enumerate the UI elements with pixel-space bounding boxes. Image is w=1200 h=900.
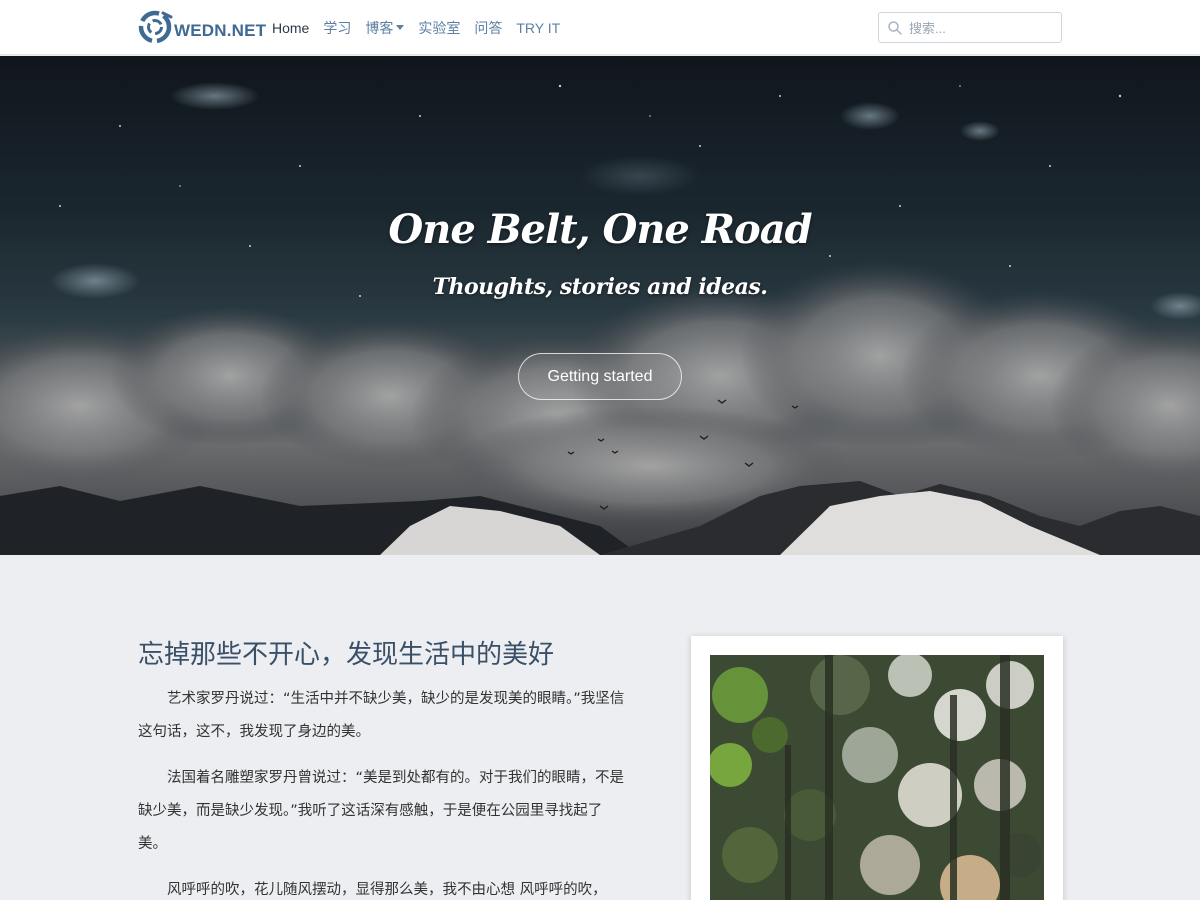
brand-logo[interactable]: WEDN.NET: [137, 9, 266, 45]
nav-item-qa[interactable]: 问答: [474, 18, 502, 38]
hero-banner: One Belt, One Road Thoughts, stories and…: [0, 56, 1200, 555]
main-nav: Home 学习 博客 实验室 问答 TRY IT: [272, 0, 574, 55]
forest-photo: [710, 655, 1044, 900]
search-icon: [888, 21, 902, 35]
hero-subtitle: Thoughts, stories and ideas.: [432, 274, 768, 300]
wedn-logo-icon: [138, 10, 173, 44]
nav-item-home[interactable]: Home: [272, 20, 309, 36]
caret-down-icon: [396, 25, 405, 30]
hero-title: One Belt, One Road: [388, 206, 812, 253]
nav-item-blog[interactable]: 博客: [365, 18, 405, 38]
hero-background-image: [0, 82, 1200, 555]
search-input[interactable]: [909, 17, 1057, 39]
navbar: WEDN.NET Home 学习 博客 实验室 问答 TRY IT: [0, 0, 1200, 55]
brand-name: WEDN.NET: [174, 21, 267, 40]
photo-card: [691, 636, 1063, 900]
search-box: [878, 12, 1062, 43]
article-title[interactable]: 忘掉那些不开心，发现生活中的美好: [138, 634, 554, 671]
article-paragraph: 法国着名雕塑家罗丹曾说过：“美是到处都有的。对于我们的眼睛，不是缺少美，而是缺少…: [138, 770, 625, 852]
article-body: 艺术家罗丹说过：“生活中并不缺少美，缺少的是发现美的眼睛。”我坚信这句话，这不，…: [138, 683, 630, 900]
article-paragraph: 艺术家罗丹说过：“生活中并不缺少美，缺少的是发现美的眼睛。”我坚信这句话，这不，…: [138, 691, 625, 740]
getting-started-button[interactable]: Getting started: [518, 353, 682, 400]
nav-item-study[interactable]: 学习: [323, 18, 351, 38]
nav-item-try-it[interactable]: TRY IT: [516, 20, 560, 36]
article-image[interactable]: [710, 655, 1044, 900]
nav-item-lab[interactable]: 实验室: [418, 18, 460, 38]
nav-item-blog-label: 博客: [365, 19, 394, 36]
article-paragraph: 风呼呼的吹，花儿随风摆动，显得那么美，我不由心想 风呼呼的吹，: [167, 882, 607, 898]
